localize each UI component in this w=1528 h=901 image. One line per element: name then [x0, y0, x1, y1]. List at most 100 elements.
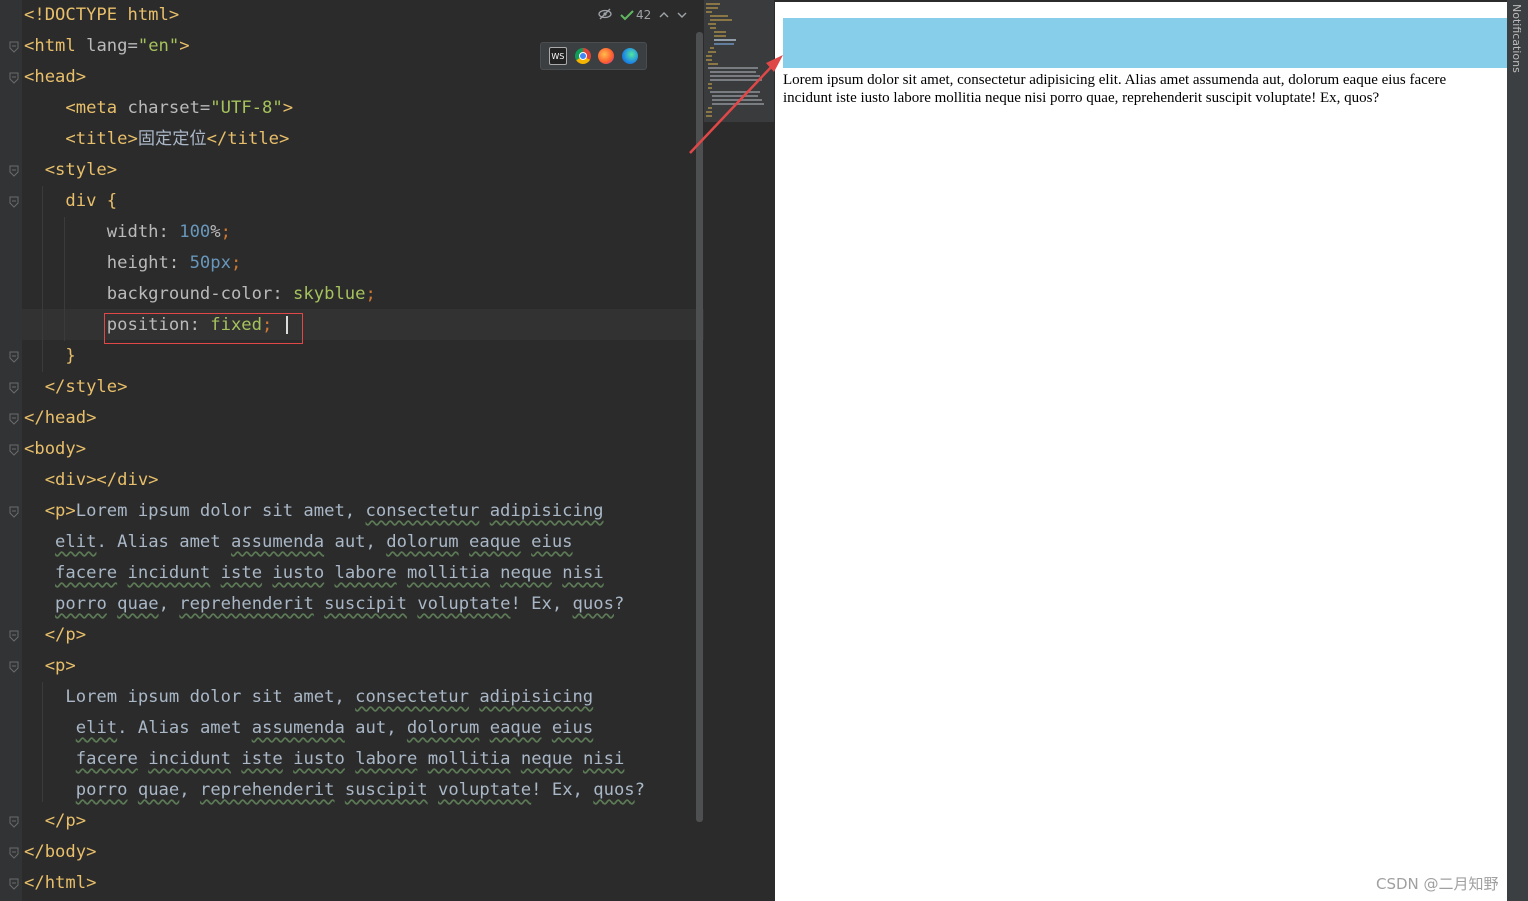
notifications-panel-tab[interactable]: Notifications	[1507, 0, 1528, 901]
fold-marker-icon[interactable]	[9, 661, 19, 673]
code-line[interactable]: <!DOCTYPE html>	[24, 0, 179, 31]
code-line[interactable]: </head>	[24, 403, 96, 434]
code-line[interactable]: </p>	[24, 620, 86, 651]
code-token: facere	[55, 563, 118, 583]
vertical-scrollbar[interactable]	[696, 32, 703, 822]
code-token: quae	[117, 594, 159, 614]
fold-marker-icon[interactable]	[9, 630, 19, 642]
code-token: Lorem ipsum dolor sit amet,	[24, 687, 356, 707]
code-line[interactable]: <div></div>	[24, 465, 159, 496]
code-line[interactable]: porro quae, reprehenderit suscipit volup…	[24, 775, 645, 806]
code-line[interactable]: background-color: skyblue;	[24, 279, 376, 310]
code-token: suscipit	[344, 780, 428, 800]
code-token: voluptate	[438, 780, 532, 800]
code-token: mollitia	[427, 749, 511, 769]
firefox-icon[interactable]	[598, 48, 615, 64]
fold-marker-icon[interactable]	[9, 351, 19, 363]
fold-marker-icon[interactable]	[9, 72, 19, 84]
code-token: </html>	[24, 873, 97, 893]
preview-paragraph: Lorem ipsum dolor sit amet, consectetur …	[783, 72, 1447, 106]
chevron-up-icon[interactable]	[659, 8, 669, 22]
code-token: ?	[634, 780, 646, 800]
code-token: reprehenderit	[179, 594, 314, 614]
code-token: mollitia	[406, 563, 490, 583]
code-token: incidunt	[127, 563, 211, 583]
fold-marker-icon[interactable]	[9, 444, 19, 456]
code-line[interactable]: <title>固定定位</title>	[24, 124, 289, 155]
code-token: voluptate	[417, 594, 511, 614]
code-token: ! Ex,	[510, 594, 573, 614]
code-token: elit	[75, 718, 118, 738]
code-token: skyblue	[293, 284, 366, 304]
code-line[interactable]: </html>	[24, 868, 96, 899]
code-token: facere	[75, 749, 138, 769]
code-line[interactable]: facere incidunt iste iusto labore mollit…	[24, 558, 604, 589]
code-line[interactable]: <head>	[24, 62, 86, 93]
code-token: Lorem ipsum dolor sit amet,	[75, 501, 366, 521]
code-token: iste	[220, 563, 263, 583]
code-token: %	[210, 222, 221, 242]
code-line[interactable]: div {	[24, 186, 117, 217]
chrome-icon[interactable]	[574, 48, 591, 64]
fold-marker-icon[interactable]	[9, 816, 19, 828]
fold-marker-icon[interactable]	[9, 413, 19, 425]
code-token: charset=	[127, 98, 211, 118]
code-line[interactable]: elit. Alias amet assumenda aut, dolorum …	[24, 713, 593, 744]
code-line[interactable]: facere incidunt iste iusto labore mollit…	[24, 744, 625, 775]
code-line[interactable]: </body>	[24, 837, 96, 868]
code-token: labore	[355, 749, 418, 769]
code-token: . Alias amet	[96, 532, 231, 552]
code-token: <p>	[24, 656, 76, 676]
code-token: ,	[158, 594, 180, 614]
code-line[interactable]: Lorem ipsum dolor sit amet, consectetur …	[24, 682, 593, 713]
fold-marker-icon[interactable]	[9, 165, 19, 177]
code-token: "en"	[137, 36, 180, 56]
code-line[interactable]: </style>	[24, 372, 128, 403]
code-line[interactable]: }	[24, 341, 76, 372]
edge-icon[interactable]	[622, 48, 639, 64]
code-line[interactable]: porro quae, reprehenderit suscipit volup…	[24, 589, 624, 620]
code-line[interactable]: <p>Lorem ipsum dolor sit amet, consectet…	[24, 496, 604, 527]
code-token: neque	[500, 563, 552, 583]
code-token: background-color:	[24, 284, 294, 304]
fold-marker-icon[interactable]	[9, 878, 19, 890]
fold-marker-icon[interactable]	[9, 382, 19, 394]
code-line[interactable]: <html lang="en">	[24, 31, 190, 62]
check-icon[interactable]: 42	[620, 8, 651, 22]
code-token: }	[24, 346, 76, 366]
code-line[interactable]: <p>	[24, 651, 76, 682]
code-token: <style>	[24, 160, 118, 180]
code-line[interactable]: <style>	[24, 155, 117, 186]
fold-marker-icon[interactable]	[9, 506, 19, 518]
fold-marker-icon[interactable]	[9, 41, 19, 53]
fold-marker-icon[interactable]	[9, 847, 19, 859]
code-token: quae	[137, 780, 180, 800]
code-editor[interactable]: <!DOCTYPE html> <html lang="en"> <head> <m…	[0, 0, 775, 901]
code-token: neque	[520, 749, 573, 769]
webstorm-icon[interactable]: WS	[548, 47, 567, 65]
code-line[interactable]: <body>	[24, 434, 86, 465]
code-token: <p>	[24, 501, 76, 521]
code-line[interactable]: elit. Alias amet assumenda aut, dolorum …	[24, 527, 572, 558]
eye-slash-icon[interactable]	[598, 8, 612, 23]
code-line[interactable]: </p>	[24, 806, 86, 837]
chevron-down-icon[interactable]	[677, 8, 687, 22]
code-token: </title>	[206, 129, 290, 149]
code-line[interactable]: <meta charset="UTF-8">	[24, 93, 293, 124]
minimap[interactable]	[704, 0, 774, 901]
fold-marker-icon[interactable]	[9, 196, 19, 208]
inspection-count: 42	[636, 8, 652, 22]
code-token: aut,	[344, 718, 407, 738]
code-line[interactable]: height: 50px;	[24, 248, 242, 279]
code-line[interactable]: width: 100%;	[24, 217, 231, 248]
